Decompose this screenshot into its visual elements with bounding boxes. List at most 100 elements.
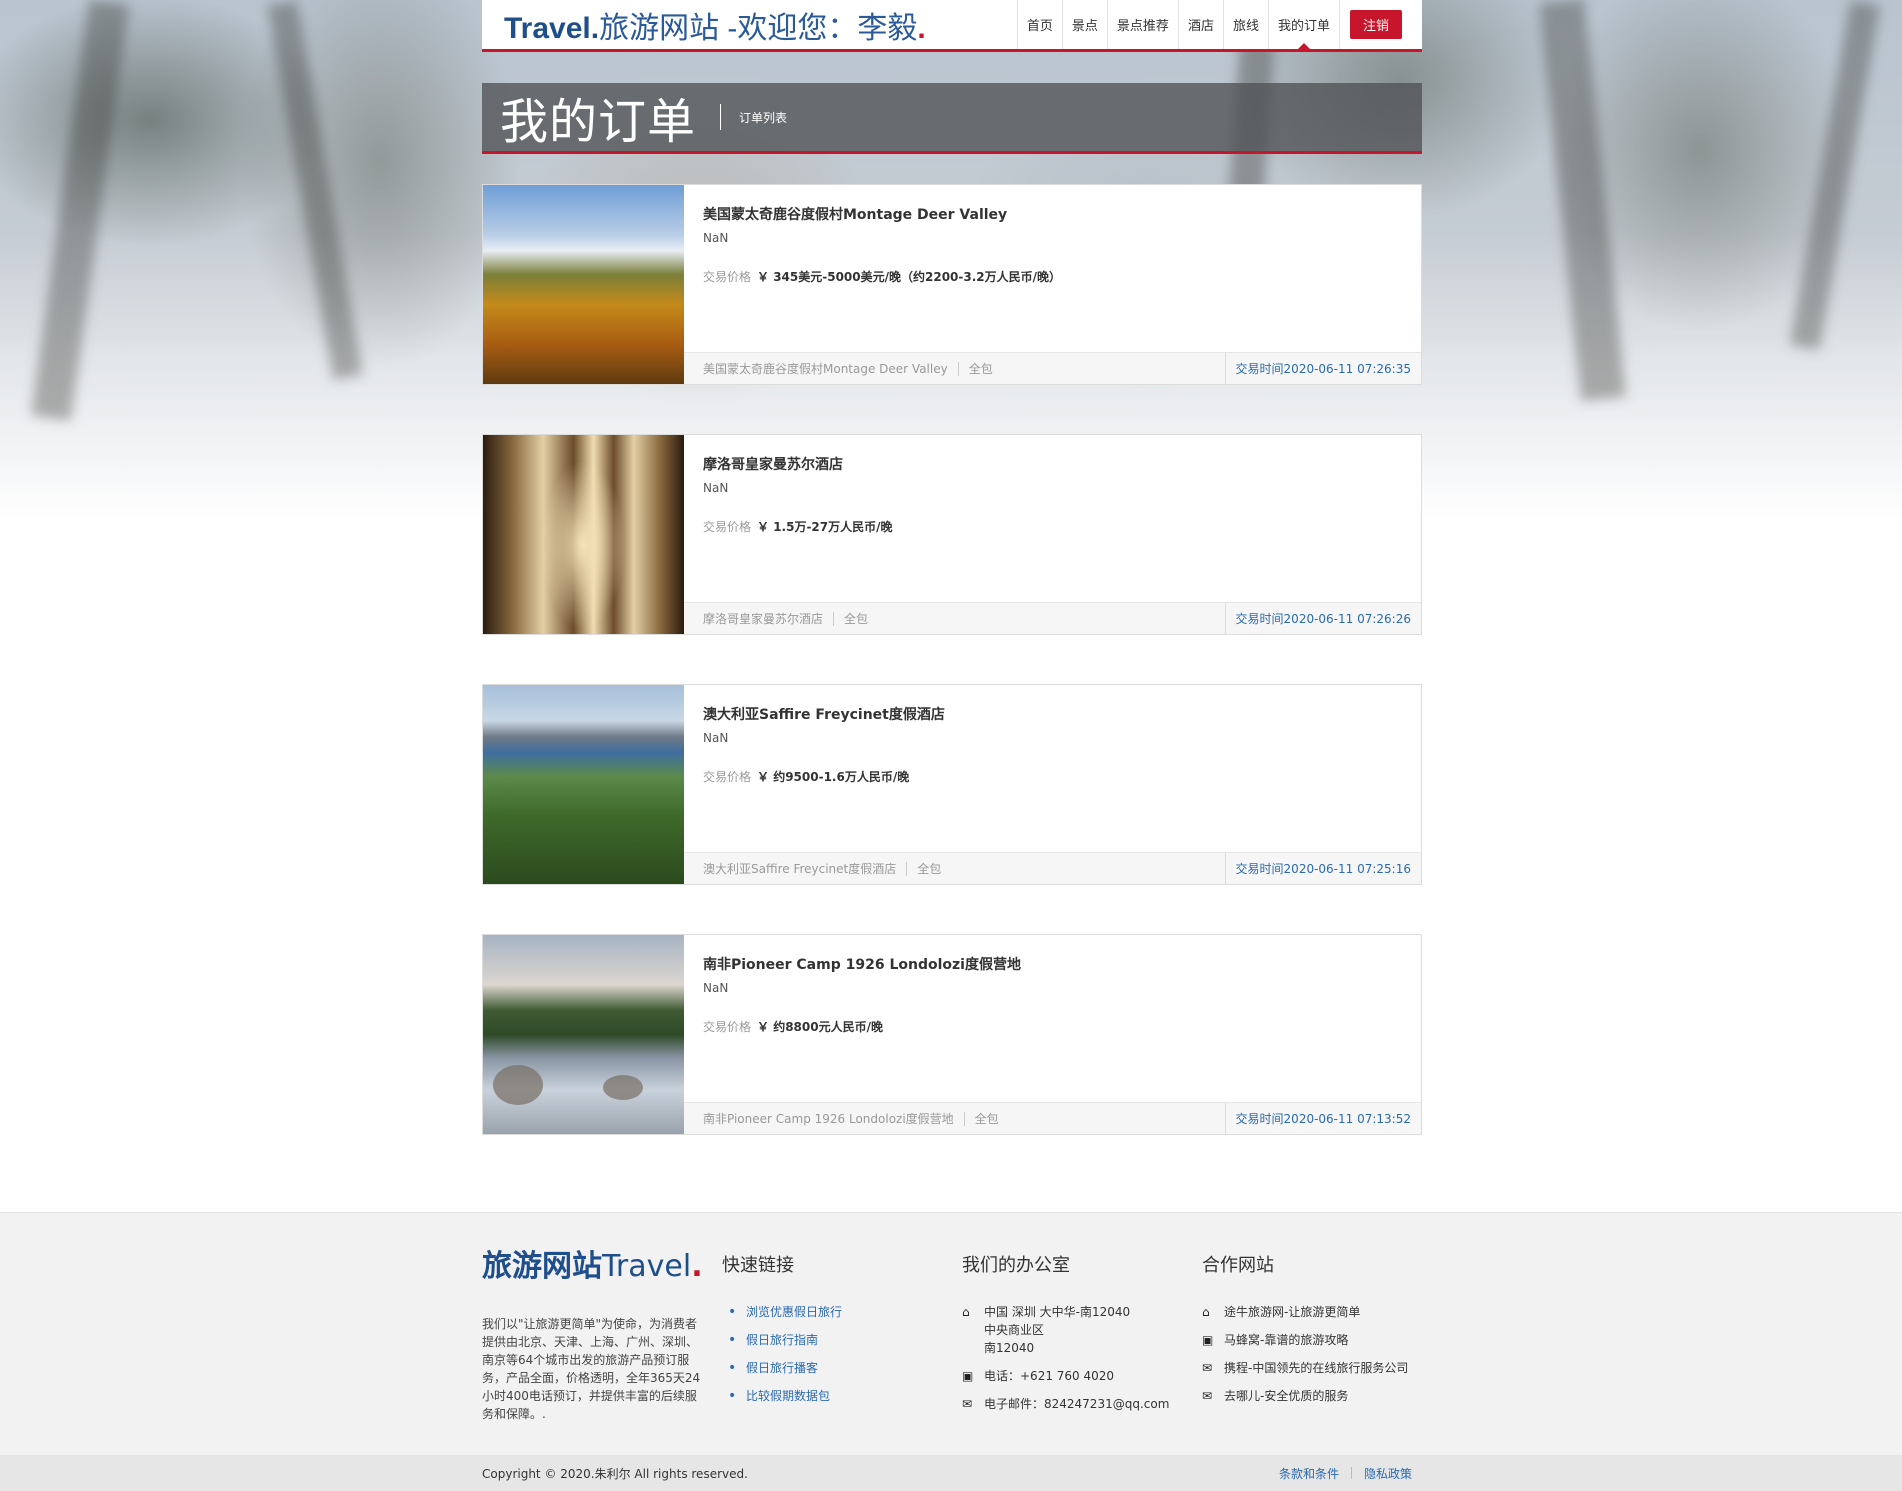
price-label: 交易价格 [703, 270, 752, 284]
footer-logo[interactable]: 旅游网站Travel. [482, 1241, 703, 1285]
page-title: 我的订单 [500, 94, 697, 150]
order-card[interactable]: 南非Pioneer Camp 1926 Londolozi度假营地 NaN 交易… [482, 934, 1422, 1135]
site-footer: 旅游网站Travel. 我们以"让旅游更简单"为使命，为消费者提供由北京、天津、… [0, 1212, 1902, 1455]
package-type: 全包 [968, 362, 993, 376]
logo-dot: . [917, 11, 926, 45]
footer-logo-bold: 旅游网站 [482, 1249, 602, 1284]
copyright-bar: Copyright © 2020.朱利尔 All rights reserved… [0, 1455, 1902, 1491]
trade-time: 交易时间2020-06-11 07:26:35 [1224, 353, 1421, 384]
footer-office: 我们的办公室 ⌂ 中国 深圳 大中华-南12040 中央商业区 南12040 ▣ 电话… [962, 1241, 1169, 1423]
site-logo[interactable]: Travel.旅游网站 -欢迎您：李毅. [482, 3, 926, 47]
package-type: 全包 [917, 862, 942, 876]
main-nav: 首页 景点 景点推荐 酒店 旅线 我的订单 注销 [1016, 0, 1422, 49]
quick-link-item: • 假日旅行播客 [728, 1359, 842, 1377]
footer-divider [957, 361, 959, 376]
bullet-icon: • [728, 1304, 737, 1320]
order-card[interactable]: 澳大利亚Saffire Freycinet度假酒店 NaN 交易价格 ￥ 约950… [482, 684, 1422, 885]
phone-text: 电话：+621 760 4020 [984, 1369, 1115, 1383]
price-label: 交易价格 [703, 520, 752, 534]
page-subtitle: 订单列表 [739, 110, 788, 125]
quick-link-compare[interactable]: 比较假期数据包 [746, 1387, 830, 1405]
order-nan: NaN [703, 981, 729, 995]
bullet-icon: • [728, 1360, 737, 1376]
trade-time: 交易时间2020-06-11 07:26:26 [1224, 603, 1421, 634]
order-price: 交易价格 ￥ 345美元-5000美元/晚（约2200-3.2万人民币/晚） [703, 268, 1061, 285]
nav-item-recommended[interactable]: 景点推荐 [1106, 0, 1178, 49]
quick-links-title: 快速链接 [722, 1255, 794, 1276]
quick-link-deals[interactable]: 浏览优惠假日旅行 [746, 1303, 842, 1321]
trade-time: 交易时间2020-06-11 07:13:52 [1224, 1103, 1421, 1134]
footer-quick-links: 快速链接 • 浏览优惠假日旅行 • 假日旅行指南 • 假日旅行播客 • 比较假期数据包 [722, 1241, 842, 1415]
office-address: ⌂ 中国 深圳 大中华-南12040 中央商业区 南12040 [962, 1303, 1169, 1357]
partner-item: ⌂ 途牛旅游网-让旅游更简单 [1202, 1303, 1408, 1321]
address-line-2: 中央商业区 [984, 1323, 1045, 1337]
quick-link-item: • 假日旅行指南 [728, 1331, 842, 1349]
title-divider [720, 104, 722, 130]
partner-qunar[interactable]: 去哪儿-安全优质的服务 [1224, 1387, 1348, 1405]
footer-about: 旅游网站Travel. 我们以"让旅游更简单"为使命，为消费者提供由北京、天津、… [482, 1241, 703, 1423]
footer-order-name: 摩洛哥皇家曼苏尔酒店 [703, 612, 824, 626]
logo-brand: Travel. [504, 11, 600, 45]
page-title-band: 我的订单 订单列表 [482, 83, 1422, 154]
home-icon: ⌂ [962, 1305, 970, 1319]
legal-divider [1350, 1467, 1352, 1479]
order-thumbnail-coastal-resort[interactable] [483, 685, 684, 884]
order-name[interactable]: 摩洛哥皇家曼苏尔酒店 [703, 454, 843, 474]
order-thumbnail-hotel-interior[interactable] [483, 435, 684, 634]
logout-button[interactable]: 注销 [1349, 10, 1402, 39]
order-name[interactable]: 南非Pioneer Camp 1926 Londolozi度假营地 [703, 954, 1021, 974]
briefcase-icon: ▣ [1202, 1333, 1214, 1347]
price-label: 交易价格 [703, 770, 752, 784]
partner-item: ✉ 去哪儿-安全优质的服务 [1202, 1387, 1408, 1405]
order-nan: NaN [703, 231, 729, 245]
terms-link[interactable]: 条款和条件 [1279, 1465, 1339, 1482]
logout-container: 注销 [1338, 0, 1422, 49]
quick-link-guide[interactable]: 假日旅行指南 [746, 1331, 818, 1349]
footer-order-name: 澳大利亚Saffire Freycinet度假酒店 [703, 862, 897, 876]
privacy-link[interactable]: 隐私政策 [1364, 1465, 1412, 1482]
quick-link-podcast[interactable]: 假日旅行播客 [746, 1359, 818, 1377]
order-card[interactable]: 美国蒙太奇鹿谷度假村Montage Deer Valley NaN 交易价格 ￥ … [482, 184, 1422, 385]
mail-icon: ✉ [1202, 1389, 1213, 1403]
price-value: ￥ 约8800元人民币/晚 [757, 1020, 883, 1034]
nav-item-my-orders[interactable]: 我的订单 [1267, 0, 1339, 49]
order-name[interactable]: 美国蒙太奇鹿谷度假村Montage Deer Valley [703, 204, 1007, 224]
quick-link-item: • 浏览优惠假日旅行 [728, 1303, 842, 1321]
order-info: 美国蒙太奇鹿谷度假村Montage Deer Valley NaN 交易价格 ￥ … [684, 185, 1421, 384]
address-line-1: 中国 深圳 大中华-南12040 [984, 1305, 1131, 1319]
office-phone: ▣ 电话：+621 760 4020 [962, 1367, 1169, 1385]
price-value: ￥ 1.5万-27万人民币/晚 [757, 520, 893, 534]
top-header: Travel.旅游网站 -欢迎您：李毅. 首页 景点 景点推荐 酒店 旅线 我的… [482, 0, 1422, 52]
order-info: 澳大利亚Saffire Freycinet度假酒店 NaN 交易价格 ￥ 约950… [684, 685, 1421, 884]
mail-icon: ✉ [962, 1397, 973, 1411]
footer-order-name: 南非Pioneer Camp 1926 Londolozi度假营地 [703, 1112, 954, 1126]
copyright-text: Copyright © 2020.朱利尔 All rights reserved… [482, 1466, 748, 1481]
price-label: 交易价格 [703, 1020, 752, 1034]
footer-logo-dot: . [691, 1249, 703, 1284]
partner-item: ✉ 携程-中国领先的在线旅行服务公司 [1202, 1359, 1408, 1377]
order-footer: 南非Pioneer Camp 1926 Londolozi度假营地 全包 交易时… [684, 1102, 1421, 1134]
footer-partners: 合作网站 ⌂ 途牛旅游网-让旅游更简单 ▣ 马蜂窝-靠谱的旅游攻略 ✉ 携程-中国领先… [1202, 1241, 1408, 1415]
mail-icon: ✉ [1202, 1361, 1213, 1375]
partner-tuniu[interactable]: 途牛旅游网-让旅游更简单 [1224, 1303, 1360, 1321]
nav-item-home[interactable]: 首页 [1016, 0, 1062, 49]
order-price: 交易价格 ￥ 约9500-1.6万人民币/晚 [703, 768, 909, 785]
bullet-icon: • [728, 1332, 737, 1348]
footer-description: 我们以"让旅游更简单"为使命，为消费者提供由北京、天津、上海、广州、深圳、南京等… [482, 1317, 701, 1421]
order-nan: NaN [703, 731, 729, 745]
package-type: 全包 [974, 1112, 999, 1126]
order-nan: NaN [703, 481, 729, 495]
nav-item-hotels[interactable]: 酒店 [1177, 0, 1223, 49]
order-thumbnail-safari-camp[interactable] [483, 935, 684, 1134]
nav-item-routes[interactable]: 旅线 [1222, 0, 1268, 49]
partner-ctrip[interactable]: 携程-中国领先的在线旅行服务公司 [1224, 1359, 1408, 1377]
email-text: 电子邮件：824247231@qq.com [984, 1397, 1170, 1411]
order-name[interactable]: 澳大利亚Saffire Freycinet度假酒店 [703, 704, 945, 724]
legal-links: 条款和条件 隐私政策 [1279, 1465, 1422, 1482]
order-thumbnail-mountain[interactable] [483, 185, 684, 384]
order-footer: 摩洛哥皇家曼苏尔酒店 全包 交易时间2020-06-11 07:26:26 [684, 602, 1421, 634]
nav-item-attractions[interactable]: 景点 [1061, 0, 1107, 49]
partners-title: 合作网站 [1202, 1255, 1274, 1276]
partner-mafengwo[interactable]: 马蜂窝-靠谱的旅游攻略 [1224, 1331, 1348, 1349]
order-card[interactable]: 摩洛哥皇家曼苏尔酒店 NaN 交易价格 ￥ 1.5万-27万人民币/晚 摩洛哥皇家… [482, 434, 1422, 635]
